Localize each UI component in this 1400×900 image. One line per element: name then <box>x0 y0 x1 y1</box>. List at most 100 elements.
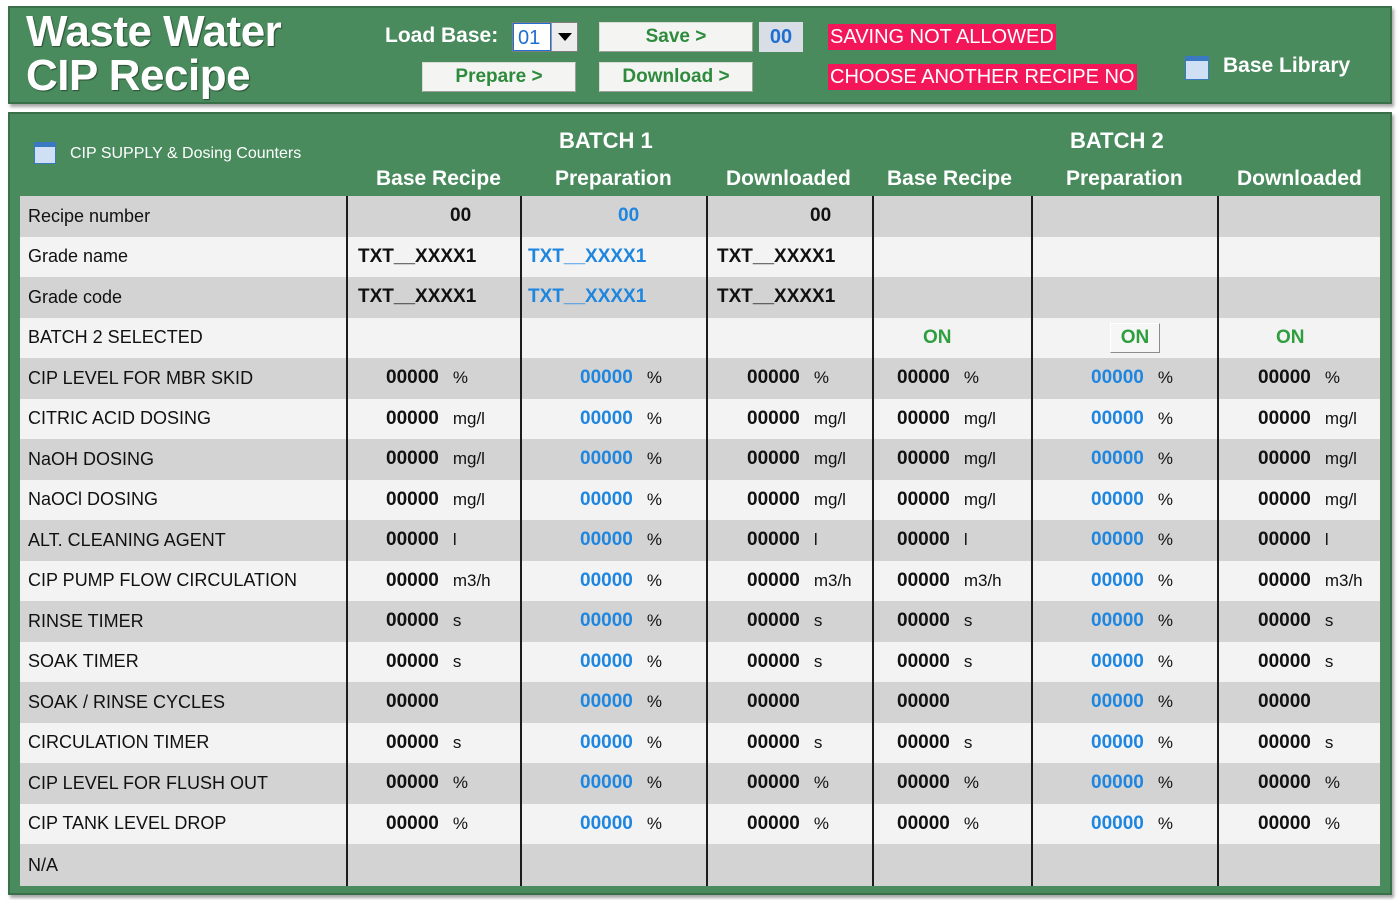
b1-base-unit: s <box>452 732 462 752</box>
b1-base-value: 00000 <box>386 529 439 551</box>
b1-down-value: 00000 <box>747 448 800 470</box>
row-label: CIP LEVEL FOR FLUSH OUT <box>28 772 269 793</box>
b2-base-value: 00000 <box>897 569 950 591</box>
b1-prep-value[interactable]: 00000 <box>580 691 633 713</box>
b1-prep-value[interactable]: 00000 <box>580 610 633 632</box>
b1-down-unit: % <box>813 813 829 833</box>
b1-down-unit: m3/h <box>813 570 852 590</box>
b1-prep-value[interactable]: 00000 <box>580 651 633 673</box>
row-label: CITRIC ACID DOSING <box>28 408 212 429</box>
window-icon[interactable] <box>34 142 56 164</box>
b2-prep-value[interactable]: 00000 <box>1091 732 1144 754</box>
b2-base-value: 00000 <box>897 812 950 834</box>
b2-prep-value[interactable]: 00000 <box>1091 772 1144 794</box>
b1-down-unit: % <box>813 368 829 388</box>
batch1-downloaded-header: Downloaded <box>726 167 851 190</box>
b2-prep-unit: % <box>1157 368 1173 388</box>
b1-down-grade-code: TXT__XXXX1 <box>717 286 836 308</box>
table-row: CIP LEVEL FOR MBR SKID 00000% 00000% 00000%… <box>20 358 1380 399</box>
b2-down-value: 00000 <box>1258 448 1311 470</box>
b1-base-unit: s <box>452 611 462 631</box>
b2-prep-value[interactable]: 00000 <box>1091 651 1144 673</box>
b2-down-unit: mg/l <box>1324 489 1357 509</box>
b2-base-unit: mg/l <box>963 489 996 509</box>
row-label: Recipe number <box>28 205 151 226</box>
b1-base-unit: mg/l <box>452 449 485 469</box>
b1-prep-value[interactable]: 00000 <box>580 813 633 835</box>
b2-prep-value[interactable]: 00000 <box>1091 610 1144 632</box>
b1-base-value: 00000 <box>386 407 439 429</box>
row-label: Grade code <box>28 286 123 307</box>
b1-prep-grade-code[interactable]: TXT__XXXX1 <box>528 286 646 308</box>
table-row: N/A <box>20 844 1380 886</box>
b2-prep-value[interactable]: 00000 <box>1091 489 1144 511</box>
b1-prep-value[interactable]: 00000 <box>580 732 633 754</box>
b2-down-value: 00000 <box>1258 488 1311 510</box>
b1-prep-value[interactable]: 00000 <box>580 448 633 470</box>
table-row: RINSE TIMER 00000 s 00000% 00000 s 00000 s 00000… <box>20 601 1380 642</box>
b2-prep-value[interactable]: 00000 <box>1091 570 1144 592</box>
b1-prep-value[interactable]: 00000 <box>580 529 633 551</box>
b1-base-unit: % <box>452 368 468 388</box>
b1-down-grade-name: TXT__XXXX1 <box>717 245 836 267</box>
b2-prep-value[interactable]: 00000 <box>1091 408 1144 430</box>
b1-base-value: 00000 <box>386 691 439 713</box>
b1-prep-unit: % <box>646 570 662 590</box>
b2-base-value: 00000 <box>897 448 950 470</box>
load-base-label: Load Base: <box>385 24 499 47</box>
batch2-on-toggle[interactable]: ON <box>1110 322 1160 353</box>
window-icon[interactable] <box>1185 56 1209 80</box>
b1-prep-value[interactable]: 00000 <box>580 408 633 430</box>
b1-prep-value[interactable]: 00000 <box>580 772 633 794</box>
table-row: CITRIC ACID DOSING 00000 mg/l 00000% 00000 mg… <box>20 398 1380 439</box>
download-button[interactable]: Download > <box>599 62 753 92</box>
b2-prep-value[interactable]: 00000 <box>1091 813 1144 835</box>
b1-base-value: 00000 <box>386 610 439 632</box>
table-row: CIP PUMP FLOW CIRCULATION 00000 m3/h 00000%… <box>20 560 1380 601</box>
b2-prep-value[interactable]: 00000 <box>1091 691 1144 713</box>
table-row: ALT. CLEANING AGENT 00000 l 00000% 00000 l 000… <box>20 520 1380 561</box>
b1-base-value: 00000 <box>386 367 439 389</box>
b1-down-unit: mg/l <box>813 489 846 509</box>
b2-prep-unit: % <box>1157 408 1173 428</box>
b2-base-unit: l <box>963 530 968 550</box>
b1-down-unit: % <box>813 773 829 793</box>
b1-down-unit: mg/l <box>813 408 846 428</box>
save-recipe-number[interactable]: 00 <box>759 22 803 52</box>
b1-prep-value[interactable]: 00000 <box>580 489 633 511</box>
recipe-panel: CIP SUPPLY & Dosing Counters BATCH 1 BAT… <box>8 112 1392 895</box>
app-title-line-2: CIP Recipe <box>26 51 251 100</box>
b1-prep-grade-name[interactable]: TXT__XXXX1 <box>528 246 646 268</box>
b1-prep-value[interactable]: 00000 <box>580 367 633 389</box>
load-base-value[interactable]: 01 <box>513 23 551 51</box>
b1-base-unit: mg/l <box>452 408 485 428</box>
b2-prep-value[interactable]: 00000 <box>1091 367 1144 389</box>
prepare-button[interactable]: Prepare > <box>422 62 576 92</box>
load-base-select[interactable]: 01 <box>512 22 578 52</box>
b2-down-unit: m3/h <box>1324 570 1363 590</box>
save-button[interactable]: Save > <box>599 22 753 52</box>
row-label: BATCH 2 SELECTED <box>28 327 203 348</box>
row-label: SOAK / RINSE CYCLES <box>28 691 226 712</box>
b1-prep-unit: % <box>646 692 662 712</box>
b1-prep-unit: % <box>646 489 662 509</box>
b1-down-value: 00000 <box>747 812 800 834</box>
base-library-link[interactable]: Base Library <box>1223 54 1350 78</box>
batch2-downloaded-header: Downloaded <box>1237 167 1362 190</box>
b1-down-value: 00000 <box>747 407 800 429</box>
load-base-dropdown-button[interactable] <box>551 23 577 51</box>
b1-down-value: 00000 <box>747 650 800 672</box>
b1-prep-unit: % <box>646 368 662 388</box>
b1-down-recipe-number: 00 <box>810 205 832 227</box>
b1-prep-recipe-number[interactable]: 00 <box>618 205 639 227</box>
b1-base-unit: mg/l <box>452 489 485 509</box>
b2-down-value: 00000 <box>1258 650 1311 672</box>
b2-prep-value[interactable]: 00000 <box>1091 529 1144 551</box>
saving-not-allowed-alert: SAVING NOT ALLOWED <box>828 24 1056 50</box>
row-label: SOAK TIMER <box>28 651 139 672</box>
b2-prep-unit: % <box>1157 651 1173 671</box>
table-row: NaOCl DOSING 00000 mg/l 00000% 00000 mg/l 0000… <box>20 479 1380 520</box>
b2-prep-value[interactable]: 00000 <box>1091 448 1144 470</box>
b2-down-unit: mg/l <box>1324 408 1357 428</box>
b1-prep-value[interactable]: 00000 <box>580 570 633 592</box>
